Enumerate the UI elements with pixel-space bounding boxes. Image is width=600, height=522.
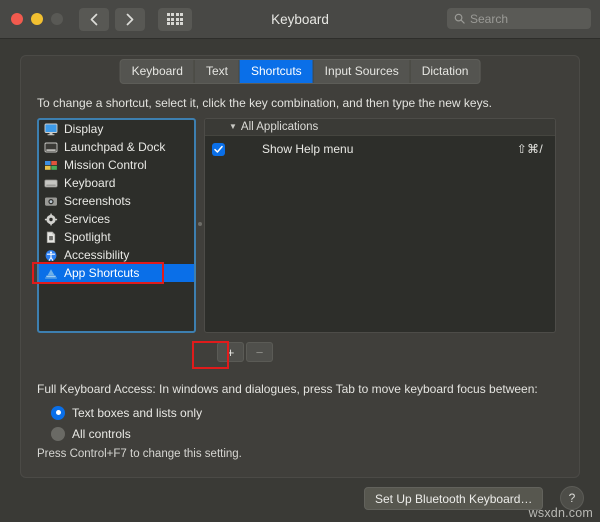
search-placeholder: Search bbox=[470, 11, 509, 26]
sidebar-item-label: Spotlight bbox=[64, 230, 111, 244]
table-row[interactable]: Show Help menu ⇧⌘/ bbox=[205, 139, 555, 159]
sidebar-item-label: Mission Control bbox=[64, 158, 147, 172]
navigation-buttons bbox=[79, 7, 145, 31]
full-keyboard-access-options: Text boxes and lists only All controls bbox=[51, 402, 202, 444]
shortcut-keys[interactable]: ⇧⌘/ bbox=[517, 142, 543, 156]
full-keyboard-access-description: Full Keyboard Access: In windows and dia… bbox=[37, 382, 538, 396]
watermark: wsxdn.com bbox=[528, 506, 593, 520]
launchpad-dock-icon bbox=[44, 142, 58, 152]
grid-icon bbox=[166, 13, 184, 25]
sidebar-item-mission-control[interactable]: Mission Control bbox=[39, 156, 194, 174]
search-field[interactable]: Search bbox=[447, 8, 591, 29]
checkmark-icon bbox=[214, 145, 223, 153]
sidebar-item-label: Accessibility bbox=[64, 248, 130, 262]
mission-control-icon bbox=[45, 160, 57, 170]
remove-shortcut-button: − bbox=[246, 342, 273, 362]
tab-keyboard[interactable]: Keyboard bbox=[121, 60, 195, 83]
shortcut-name[interactable]: Show Help menu bbox=[262, 142, 517, 156]
instructions-text: To change a shortcut, select it, click t… bbox=[37, 96, 492, 110]
shortcut-group-label: All Applications bbox=[240, 121, 319, 133]
chevron-left-icon bbox=[90, 13, 98, 25]
keyboard-preferences-window: Keyboard Search Keyboard Text Shortcuts … bbox=[0, 0, 600, 522]
window-traffic-lights bbox=[11, 13, 63, 25]
tab-text[interactable]: Text bbox=[195, 60, 240, 83]
full-keyboard-access-hint: Press Control+F7 to change this setting. bbox=[37, 448, 242, 460]
chevron-right-icon bbox=[126, 13, 134, 25]
tab-bar: Keyboard Text Shortcuts Input Sources Di… bbox=[119, 59, 481, 84]
sidebar-item-display[interactable]: Display bbox=[39, 120, 194, 138]
set-up-bluetooth-keyboard-button[interactable]: Set Up Bluetooth Keyboard… bbox=[364, 487, 544, 510]
display-icon bbox=[44, 123, 58, 135]
search-icon bbox=[454, 13, 465, 24]
sidebar-item-keyboard[interactable]: Keyboard bbox=[39, 174, 194, 192]
keyboard-icon bbox=[44, 179, 58, 187]
sidebar-item-launchpad-dock[interactable]: Launchpad & Dock bbox=[39, 138, 194, 156]
tab-dictation[interactable]: Dictation bbox=[411, 60, 480, 83]
shortcut-category-list[interactable]: Display Launchpad & Dock Mission Control… bbox=[37, 118, 196, 333]
sidebar-item-services[interactable]: Services bbox=[39, 210, 194, 228]
sidebar-item-accessibility[interactable]: Accessibility bbox=[39, 246, 194, 264]
sidebar-item-label: Display bbox=[64, 122, 104, 136]
forward-button[interactable] bbox=[115, 7, 145, 31]
zoom-window-button bbox=[51, 13, 63, 25]
radio-text-boxes-and-lists-only[interactable]: Text boxes and lists only bbox=[51, 402, 202, 423]
radio-label: All controls bbox=[72, 426, 131, 441]
sidebar-item-label: Keyboard bbox=[64, 176, 116, 190]
radio-label: Text boxes and lists only bbox=[72, 405, 203, 420]
list-add-remove-buttons: + − bbox=[217, 342, 273, 362]
show-all-button[interactable] bbox=[158, 7, 192, 31]
sidebar-item-screenshots[interactable]: Screenshots bbox=[39, 192, 194, 210]
shortcut-detail-list[interactable]: ▼ All Applications Show Help menu ⇧⌘/ bbox=[204, 118, 556, 333]
add-shortcut-button[interactable]: + bbox=[217, 342, 244, 362]
close-window-button[interactable] bbox=[11, 13, 23, 25]
disclosure-triangle-icon[interactable]: ▼ bbox=[229, 123, 237, 131]
minimize-window-button[interactable] bbox=[31, 13, 43, 25]
radio-button-selected[interactable] bbox=[51, 405, 65, 420]
sidebar-item-app-shortcuts[interactable]: App Shortcuts bbox=[39, 264, 194, 282]
sidebar-item-label: Screenshots bbox=[64, 194, 131, 208]
sidebar-item-label: Services bbox=[64, 212, 111, 226]
back-button[interactable] bbox=[79, 7, 109, 31]
app-shortcuts-icon bbox=[45, 268, 57, 278]
sidebar-item-label: Launchpad & Dock bbox=[64, 140, 166, 154]
panel-splitter-handle[interactable] bbox=[198, 222, 202, 226]
screenshots-icon bbox=[45, 197, 57, 206]
preferences-content-panel: Keyboard Text Shortcuts Input Sources Di… bbox=[20, 55, 580, 478]
tab-shortcuts[interactable]: Shortcuts bbox=[239, 60, 314, 83]
tab-input-sources[interactable]: Input Sources bbox=[314, 60, 411, 83]
shortcut-enabled-checkbox[interactable] bbox=[212, 142, 225, 156]
spotlight-icon bbox=[46, 231, 56, 243]
sidebar-item-spotlight[interactable]: Spotlight bbox=[39, 228, 194, 246]
radio-all-controls[interactable]: All controls bbox=[51, 423, 202, 444]
services-gear-icon bbox=[44, 213, 58, 225]
shortcut-group-header[interactable]: ▼ All Applications bbox=[205, 119, 555, 136]
sidebar-item-label: App Shortcuts bbox=[64, 266, 140, 280]
radio-button-unselected[interactable] bbox=[51, 426, 65, 441]
accessibility-icon bbox=[45, 249, 57, 261]
